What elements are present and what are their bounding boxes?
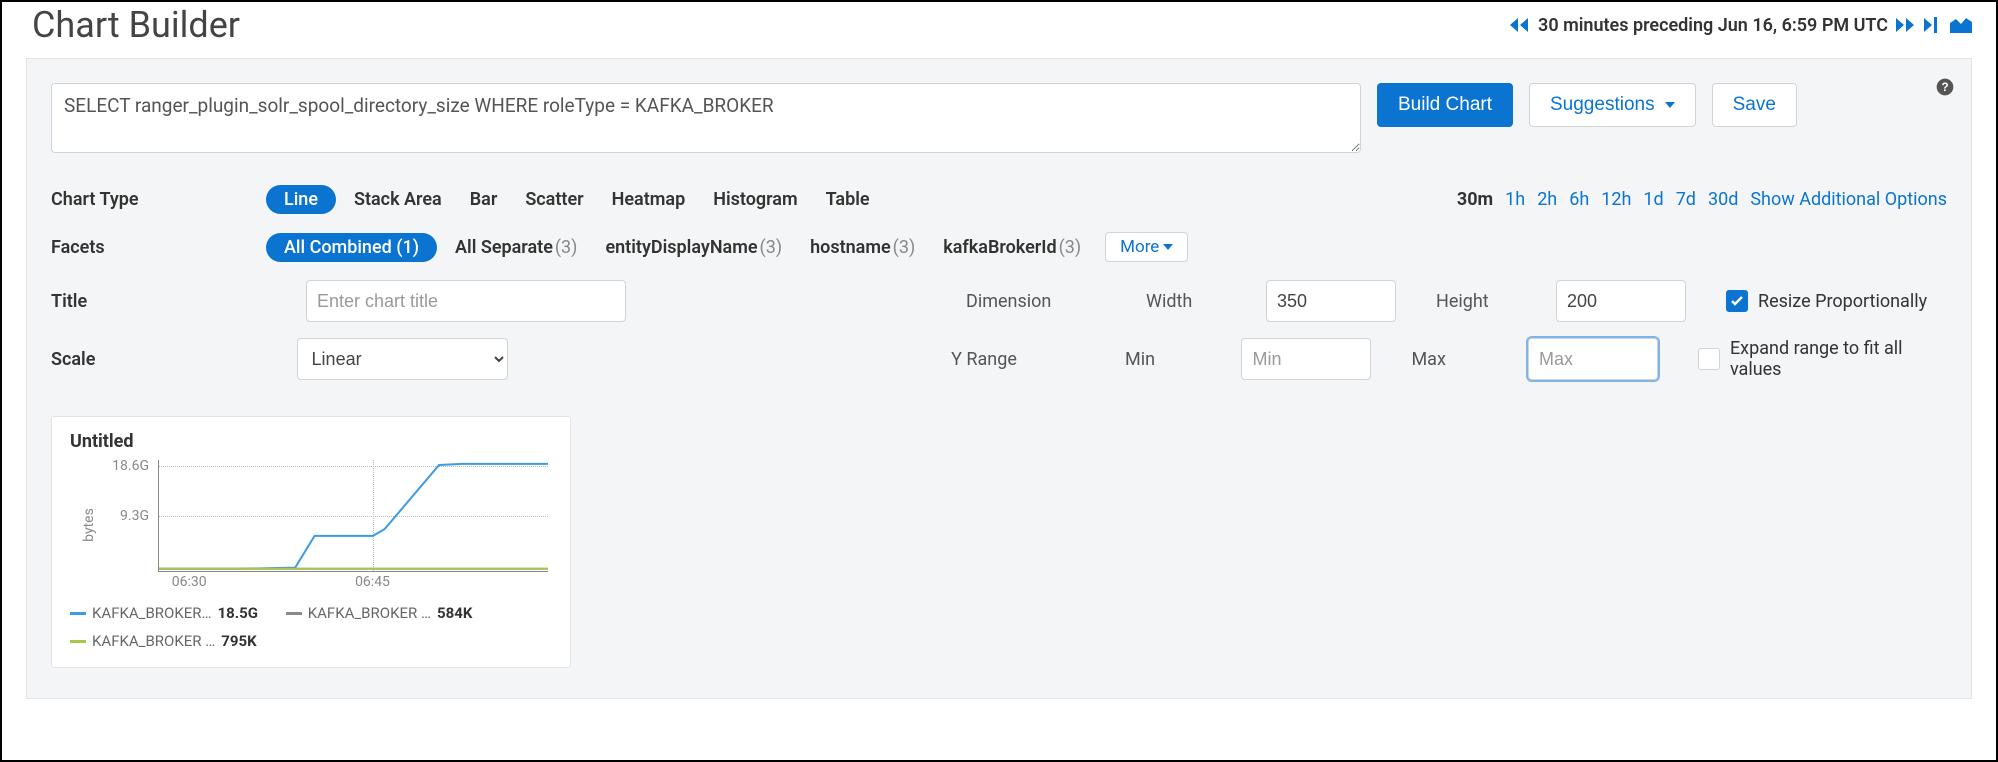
chart-type-label: Chart Type bbox=[51, 189, 266, 210]
chart-type-bar[interactable]: Bar bbox=[456, 185, 512, 214]
chart-area-icon[interactable] bbox=[1950, 17, 1972, 33]
suggestions-label: Suggestions bbox=[1550, 94, 1655, 116]
expand-range-label: Expand range to fit all values bbox=[1730, 338, 1947, 380]
chevron-down-icon bbox=[1665, 102, 1675, 108]
x-tick: 06:30 bbox=[172, 574, 207, 590]
legend-item: KAFKA_BROKER… 18.5G bbox=[70, 601, 258, 627]
facet-hostname[interactable]: hostname(3) bbox=[796, 233, 929, 262]
preset-12h[interactable]: 12h bbox=[1601, 189, 1631, 210]
facet-label: hostname bbox=[810, 237, 891, 258]
resize-label: Resize Proportionally bbox=[1758, 291, 1927, 312]
legend-label: KAFKA_BROKER… bbox=[92, 601, 212, 627]
facet-kafka-broker-id[interactable]: kafkaBrokerId(3) bbox=[929, 233, 1095, 262]
legend-swatch bbox=[70, 612, 86, 615]
chart-type-histogram[interactable]: Histogram bbox=[699, 185, 811, 214]
legend-label: KAFKA_BROKER … bbox=[92, 629, 215, 655]
legend-value: 584K bbox=[437, 601, 472, 627]
chart-preview-title: Untitled bbox=[70, 431, 552, 452]
width-label: Width bbox=[1146, 291, 1226, 312]
legend-label: KAFKA_BROKER … bbox=[308, 601, 431, 627]
chart-type-stack-area[interactable]: Stack Area bbox=[340, 185, 456, 214]
preset-30m[interactable]: 30m bbox=[1457, 189, 1493, 210]
preset-1h[interactable]: 1h bbox=[1505, 189, 1525, 210]
facet-count: (3) bbox=[1059, 237, 1082, 258]
time-presets: 30m 1h 2h 6h 12h 1d 7d 30d Show Addition… bbox=[1457, 189, 1947, 210]
chart-type-table[interactable]: Table bbox=[812, 185, 884, 214]
expand-range-toggle[interactable]: Expand range to fit all values bbox=[1698, 338, 1947, 380]
height-input[interactable] bbox=[1556, 280, 1686, 322]
legend-value: 18.5G bbox=[218, 601, 258, 627]
legend-swatch bbox=[286, 612, 302, 615]
legend-item: KAFKA_BROKER … 795K bbox=[70, 629, 257, 655]
checkbox-checked-icon bbox=[1726, 290, 1748, 312]
help-icon[interactable]: ? bbox=[1935, 77, 1955, 103]
query-input[interactable]: SELECT ranger_plugin_solr_spool_director… bbox=[51, 83, 1361, 153]
y-tick: 9.3G bbox=[120, 508, 149, 524]
page-title: Chart Builder bbox=[32, 4, 240, 46]
chart-legend: KAFKA_BROKER… 18.5G KAFKA_BROKER … 584K … bbox=[70, 598, 552, 655]
scale-select[interactable]: Linear bbox=[297, 338, 508, 380]
preset-6h[interactable]: 6h bbox=[1569, 189, 1589, 210]
facet-all-combined[interactable]: All Combined (1) bbox=[266, 233, 437, 262]
facet-label: All Separate bbox=[455, 237, 553, 258]
min-label: Min bbox=[1125, 349, 1201, 370]
forward-fast-icon[interactable] bbox=[1896, 17, 1916, 33]
title-input[interactable] bbox=[306, 280, 626, 322]
chart-type-heatmap[interactable]: Heatmap bbox=[598, 185, 700, 214]
chart-type-line[interactable]: Line bbox=[266, 185, 336, 214]
skip-end-icon[interactable] bbox=[1924, 17, 1942, 33]
chart-preview-card: Untitled bytes 18.6G 9.3G 06:30 06:45 bbox=[51, 416, 571, 668]
resize-proportionally-toggle[interactable]: Resize Proportionally bbox=[1726, 290, 1927, 312]
rewind-fast-icon[interactable] bbox=[1510, 17, 1530, 33]
max-label: Max bbox=[1411, 349, 1487, 370]
title-label: Title bbox=[51, 291, 266, 312]
y-axis-label: bytes bbox=[81, 508, 97, 542]
yrange-label: Y Range bbox=[951, 349, 1085, 370]
facet-count: (3) bbox=[555, 237, 578, 258]
facet-all-separate[interactable]: All Separate(3) bbox=[441, 233, 591, 262]
legend-item: KAFKA_BROKER … 584K bbox=[286, 601, 473, 627]
suggestions-button[interactable]: Suggestions bbox=[1529, 83, 1696, 127]
facets-more-button[interactable]: More bbox=[1105, 232, 1188, 262]
scale-label: Scale bbox=[51, 349, 257, 370]
height-label: Height bbox=[1436, 291, 1516, 312]
svg-text:?: ? bbox=[1941, 81, 1948, 94]
facet-active-count: (1) bbox=[396, 237, 419, 258]
facet-label: kafkaBrokerId bbox=[943, 237, 1056, 258]
save-button[interactable]: Save bbox=[1712, 83, 1797, 127]
time-range-text: 30 minutes preceding Jun 16, 6:59 PM UTC bbox=[1538, 15, 1888, 36]
chevron-down-icon bbox=[1163, 244, 1173, 250]
chart-builder-panel: ? SELECT ranger_plugin_solr_spool_direct… bbox=[26, 58, 1972, 699]
facet-entity-display-name[interactable]: entityDisplayName(3) bbox=[591, 233, 796, 262]
y-tick: 18.6G bbox=[112, 458, 149, 474]
preset-7d[interactable]: 7d bbox=[1676, 189, 1696, 210]
preset-2h[interactable]: 2h bbox=[1537, 189, 1557, 210]
show-additional-options[interactable]: Show Additional Options bbox=[1750, 189, 1947, 210]
facet-active-label: All Combined bbox=[284, 237, 392, 258]
chart-type-scatter[interactable]: Scatter bbox=[511, 185, 597, 214]
chart-plot-area[interactable]: bytes 18.6G 9.3G 06:30 06:45 bbox=[98, 460, 552, 590]
width-input[interactable] bbox=[1266, 280, 1396, 322]
facet-count: (3) bbox=[760, 237, 783, 258]
checkbox-unchecked-icon bbox=[1698, 348, 1720, 370]
min-input[interactable] bbox=[1241, 338, 1371, 380]
legend-value: 795K bbox=[221, 629, 256, 655]
x-tick: 06:45 bbox=[355, 574, 390, 590]
preset-1d[interactable]: 1d bbox=[1643, 189, 1663, 210]
facet-count: (3) bbox=[893, 237, 916, 258]
preset-30d[interactable]: 30d bbox=[1708, 189, 1738, 210]
dimension-label: Dimension bbox=[966, 291, 1106, 312]
facet-label: entityDisplayName bbox=[605, 237, 757, 258]
time-range-selector[interactable]: 30 minutes preceding Jun 16, 6:59 PM UTC bbox=[1510, 15, 1972, 36]
facets-label: Facets bbox=[51, 237, 266, 258]
max-input[interactable] bbox=[1528, 338, 1658, 380]
build-chart-button[interactable]: Build Chart bbox=[1377, 83, 1513, 127]
facets-more-label: More bbox=[1120, 237, 1159, 257]
legend-swatch bbox=[70, 640, 86, 643]
